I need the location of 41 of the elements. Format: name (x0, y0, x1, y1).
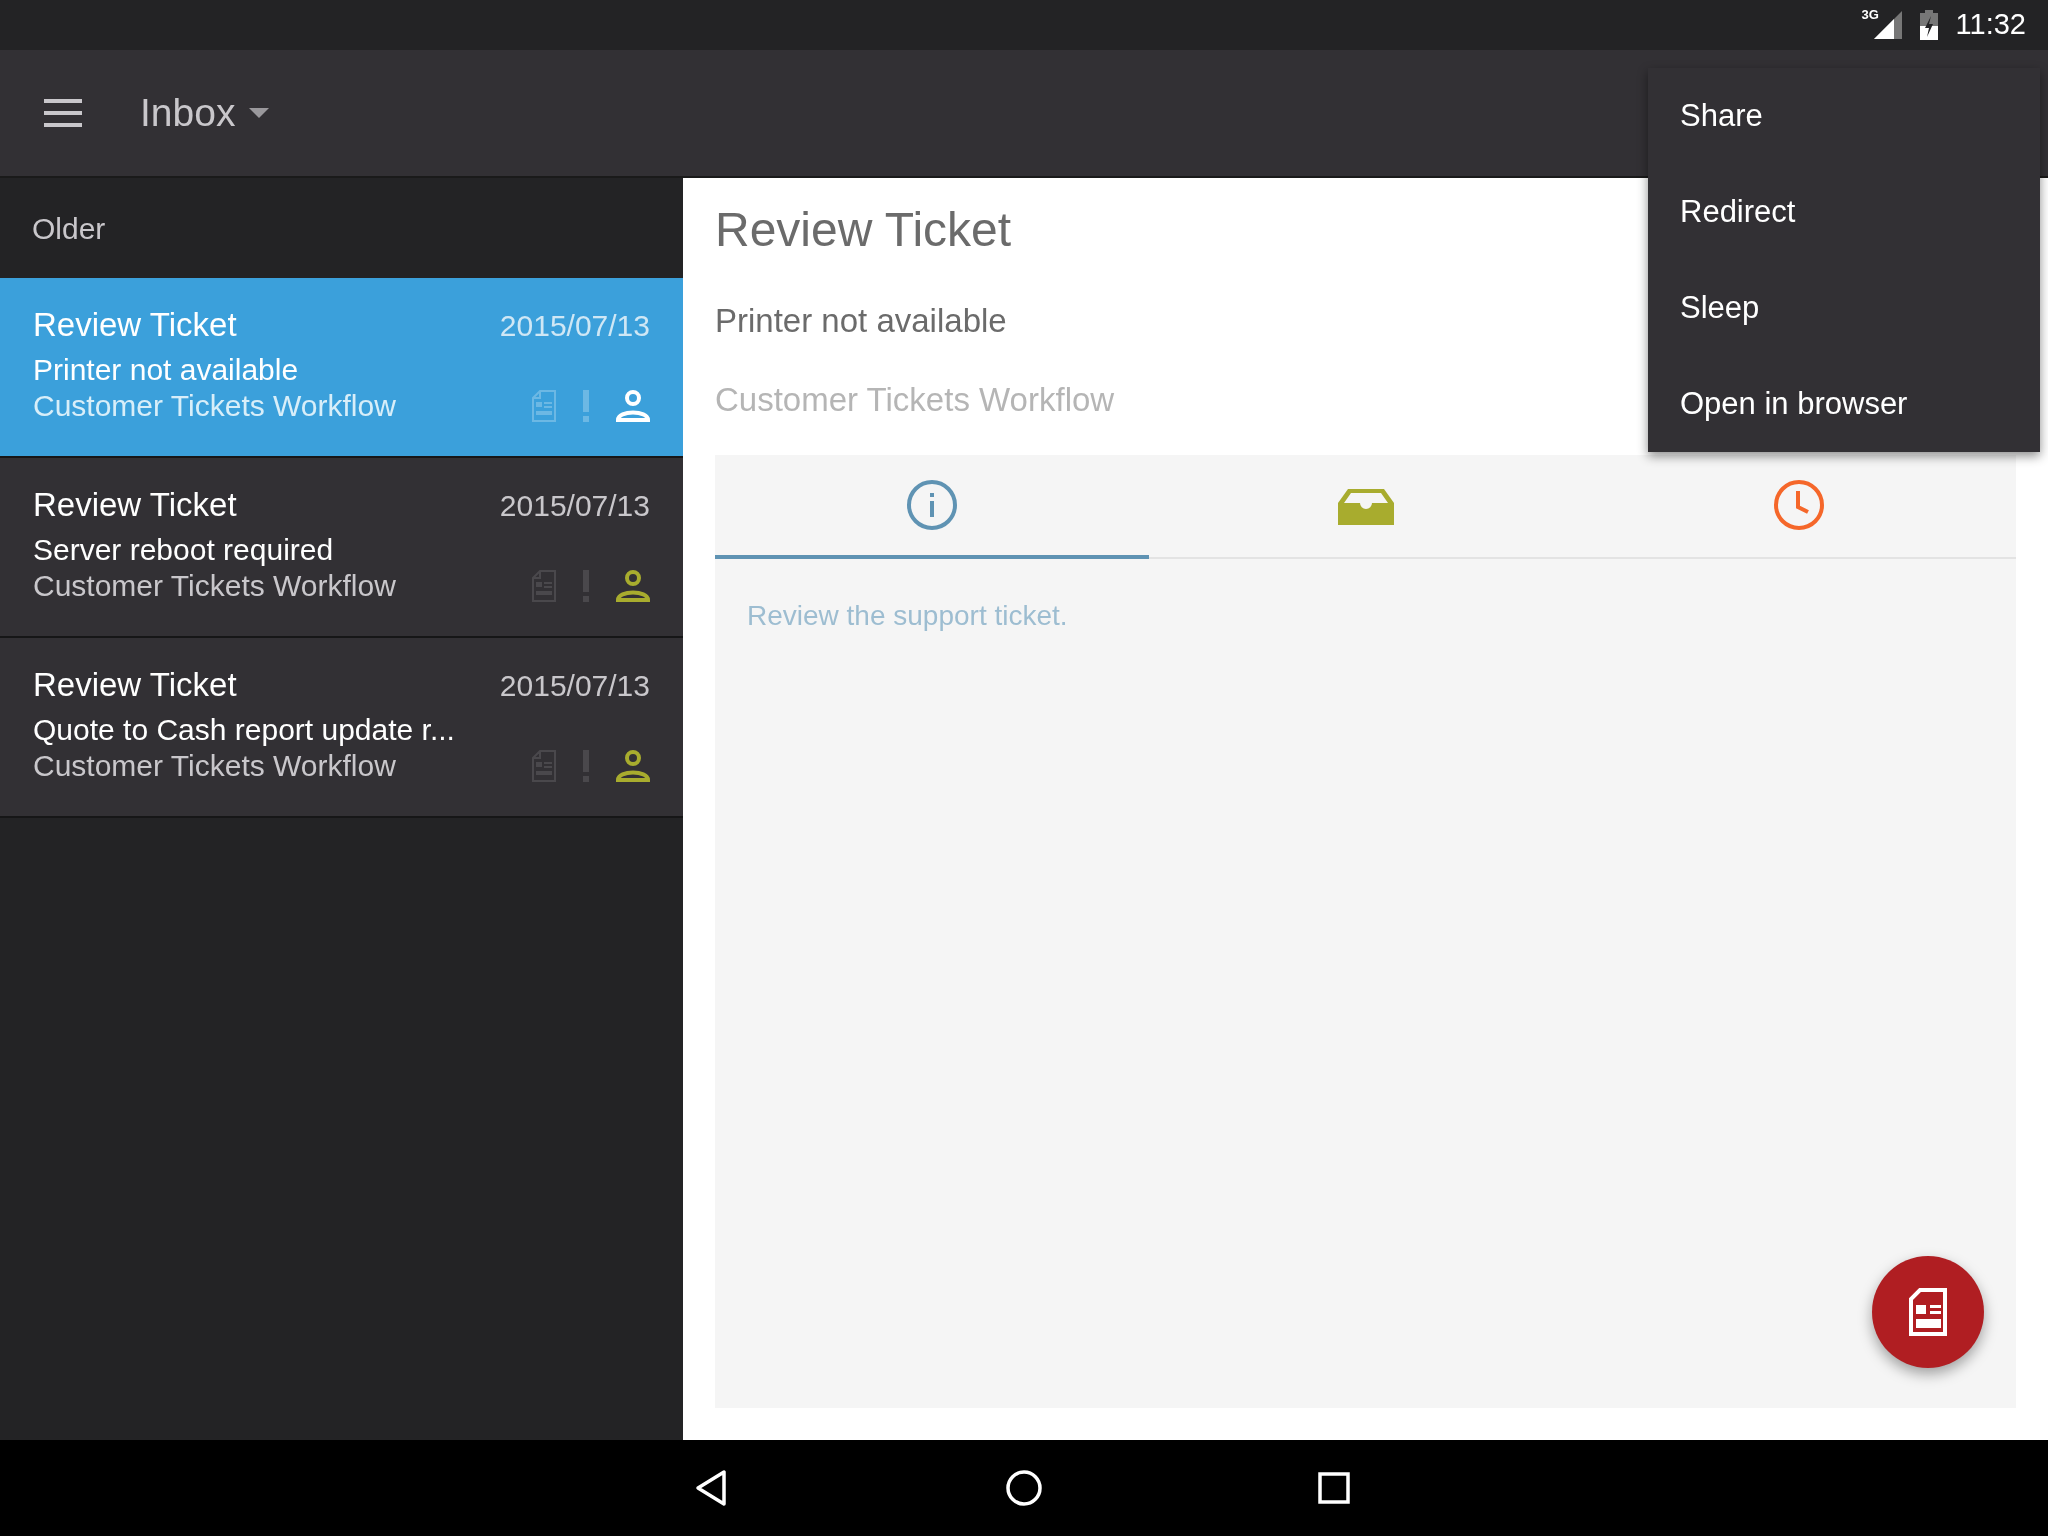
dropdown-caret-icon[interactable] (249, 108, 270, 118)
detail-subject: Printer not available (715, 301, 1007, 341)
document-icon (532, 749, 556, 782)
exclamation-icon (582, 749, 590, 782)
ticket-subject: Printer not available (33, 351, 300, 388)
person-icon (616, 569, 650, 602)
exclamation-icon (582, 389, 590, 422)
person-icon (616, 389, 650, 422)
ticket-date: 2015/07/13 (499, 308, 650, 344)
document-icon (532, 389, 556, 422)
workflow-name: Customer Tickets Workflow (33, 747, 396, 784)
ticket-subject: Quote to Cash report update r... (33, 711, 456, 748)
document-icon (1908, 1287, 1948, 1337)
network-label: 3G (1861, 8, 1879, 21)
menu-item[interactable]: Share (1648, 68, 2040, 164)
clock-time: 11:32 (1955, 7, 2026, 43)
task-description: Review the support ticket. (746, 599, 1069, 634)
menu-item[interactable]: Redirect (1648, 164, 2040, 260)
detail-title: Review Ticket (715, 202, 1012, 258)
menu-icon[interactable] (44, 99, 82, 127)
detail-workflow: Customer Tickets Workflow (715, 379, 1115, 420)
home-icon[interactable] (1004, 1468, 1044, 1508)
ticket-title: Review Ticket (33, 485, 237, 525)
inbox-title[interactable]: Inbox (140, 83, 236, 143)
document-icon (532, 569, 556, 602)
ticket-date: 2015/07/13 (499, 488, 650, 524)
menu-item[interactable]: Open in browser (1648, 356, 2040, 452)
floating-action-button[interactable] (1872, 1256, 1984, 1368)
ticket-list-item[interactable]: Review Ticket 2015/07/13 Server reboot required Customer Tickets Workflow (0, 458, 683, 638)
ticket-title: Review Ticket (33, 665, 237, 705)
ticket-subject: Server reboot required (33, 531, 335, 568)
ticket-date: 2015/07/13 (499, 668, 650, 704)
workflow-name: Customer Tickets Workflow (33, 387, 396, 424)
section-header: Older (31, 210, 107, 247)
person-icon (616, 749, 650, 782)
workflow-name: Customer Tickets Workflow (33, 567, 396, 604)
battery-icon (1919, 10, 1938, 40)
ticket-title: Review Ticket (33, 305, 237, 345)
menu-item[interactable]: Sleep (1648, 260, 2040, 356)
exclamation-icon (582, 569, 590, 602)
ticket-list-item[interactable]: Review Ticket 2015/07/13 Quote to Cash report update r... Customer Tickets Workflow (0, 638, 683, 818)
